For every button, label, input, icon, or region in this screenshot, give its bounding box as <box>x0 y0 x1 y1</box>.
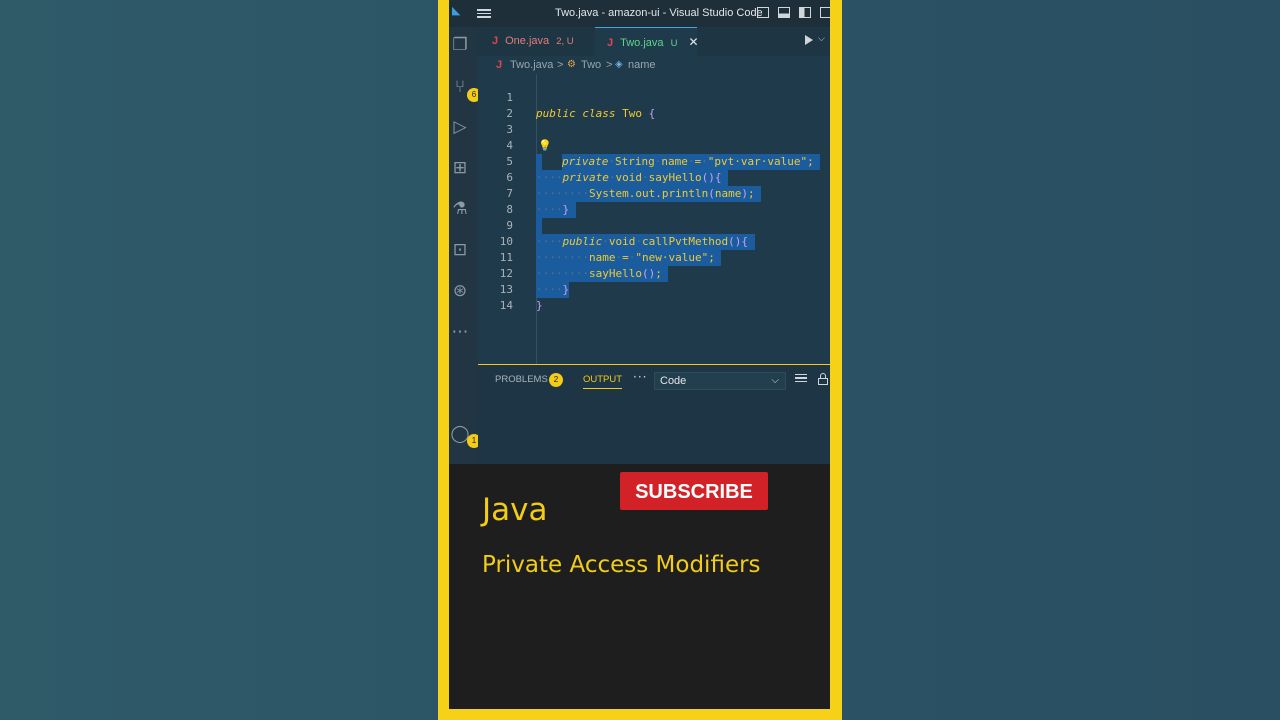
run-icon[interactable] <box>805 35 813 45</box>
breadcrumb-separator: > <box>606 59 613 71</box>
tab-label: Two.java <box>620 37 664 49</box>
run-debug-icon[interactable]: ▷ <box>450 117 470 137</box>
code-editor[interactable]: 1 public class Two { 2 3 💡 private·Strin… <box>478 74 830 364</box>
code-line: 11 ········sayHello(); <box>478 234 830 282</box>
explorer-icon[interactable]: ❐ <box>450 35 470 55</box>
java-file-icon: J <box>607 37 614 49</box>
caption-title: Java <box>482 492 548 528</box>
code-line: 12 ····} <box>478 250 830 298</box>
more-actions-icon[interactable]: ··· <box>633 370 647 384</box>
class-icon: ⚙ <box>567 59 576 70</box>
problems-count-badge: 2 <box>549 373 563 387</box>
tab-one-java[interactable]: J One.java 2, U <box>492 27 574 56</box>
testing-icon[interactable]: ⚗ <box>450 199 470 219</box>
terminal-icon[interactable]: ⊡ <box>450 240 470 260</box>
toggle-sidebar-icon[interactable] <box>757 7 769 18</box>
tab-output[interactable]: OUTPUT <box>583 374 623 389</box>
code-line: 7 ····} <box>478 170 830 218</box>
chevron-down-icon[interactable]: ⌵ <box>818 34 825 44</box>
breadcrumb: J Two.java > ⚙ Two > ◈ name <box>478 56 830 74</box>
code-line: 2 <box>478 90 830 120</box>
close-icon[interactable]: ✕ <box>689 35 699 49</box>
java-file-icon: J <box>492 35 499 47</box>
code-line: 5 ····private·void·sayHello(){ <box>478 138 830 186</box>
editor-area: J One.java 2, U J Two.java U ✕ ⌵ J Two.jav… <box>478 27 830 364</box>
code-line: 6 ········System.out.println(name); <box>478 154 830 202</box>
bottom-panel: PROBLEMS 2 OUTPUT ··· Code ⌵ <box>478 364 830 464</box>
output-channel-select[interactable]: Code ⌵ <box>654 372 786 390</box>
tab-label: One.java <box>505 35 550 47</box>
vscode-window: ◣ Two.java - amazon-ui - Visual Studio C… <box>449 0 830 709</box>
customize-layout-icon[interactable] <box>820 7 830 18</box>
code-line: 3 💡 private·String·name·=·"pvt·var·value… <box>478 106 830 170</box>
subscribe-button[interactable]: SUBSCRIBE <box>620 472 768 510</box>
toggle-secondary-sidebar-icon[interactable] <box>799 7 811 18</box>
line-number: 14 <box>499 299 513 312</box>
tab-problems[interactable]: PROBLEMS <box>495 374 548 385</box>
field-icon: ◈ <box>615 59 623 70</box>
git-graph-icon[interactable]: ⊛ <box>450 281 470 301</box>
code-line: 13 } <box>478 266 830 312</box>
activity-bar: ❐ ⑂ 6 ▷ ⊞ ⚗ ⊡ ⊛ ⋯ ◯ 1 <box>449 27 481 464</box>
more-icon[interactable]: ⋯ <box>450 322 470 342</box>
tab-two-java[interactable]: J Two.java U ✕ <box>595 27 699 56</box>
code-line: 14 <box>478 282 830 312</box>
breadcrumb-field[interactable]: name <box>628 56 656 74</box>
video-frame: ◣ Two.java - amazon-ui - Visual Studio C… <box>438 0 842 720</box>
window-title: Two.java - amazon-ui - Visual Studio Cod… <box>555 7 763 19</box>
clear-output-icon[interactable] <box>795 374 807 384</box>
video-caption: SUBSCRIBE Java Private Access Modifiers <box>449 464 830 709</box>
code-line: 4 <box>478 122 830 170</box>
lock-icon[interactable] <box>818 373 828 385</box>
toggle-panel-icon[interactable] <box>778 7 790 18</box>
menu-icon[interactable] <box>477 7 491 19</box>
caption-subtitle: Private Access Modifiers <box>482 552 761 578</box>
editor-tabs: J One.java 2, U J Two.java U ✕ ⌵ <box>478 27 830 56</box>
breadcrumb-file[interactable]: Two.java <box>510 56 553 74</box>
breadcrumb-class[interactable]: Two <box>581 56 601 74</box>
title-bar: ◣ Two.java - amazon-ui - Visual Studio C… <box>449 0 830 27</box>
breadcrumb-separator: > <box>557 59 564 71</box>
vscode-logo-icon: ◣ <box>452 5 461 17</box>
java-file-icon: J <box>496 59 503 71</box>
code-line: 8 <box>478 186 830 234</box>
tab-status: U <box>670 38 678 49</box>
tab-status: 2, U <box>556 36 574 47</box>
chevron-down-icon: ⌵ <box>771 375 779 386</box>
layout-controls <box>757 7 830 19</box>
output-channel-value: Code <box>660 375 687 387</box>
code-line: 10 ········name·=·"new·value"; <box>478 218 830 266</box>
code-line: 9 ····public·void·callPvtMethod(){ <box>478 202 830 250</box>
extensions-icon[interactable]: ⊞ <box>450 158 470 178</box>
code-line: 1 public class Two { <box>478 74 830 120</box>
